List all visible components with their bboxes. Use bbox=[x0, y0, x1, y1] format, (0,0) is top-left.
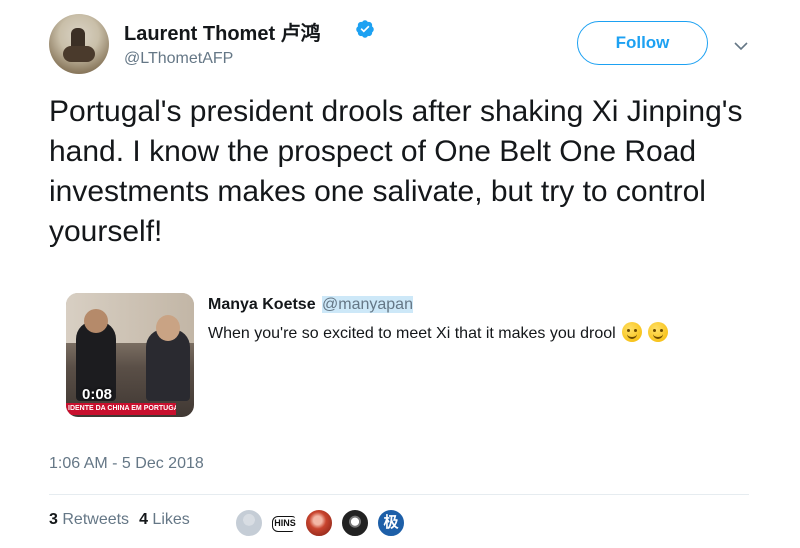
liker-avatar[interactable]: 极 bbox=[376, 508, 406, 538]
quoted-text-body: When you're so excited to meet Xi that i… bbox=[208, 325, 616, 342]
chevron-down-icon[interactable] bbox=[733, 38, 749, 54]
liker-avatar-badge: HINS bbox=[272, 516, 296, 532]
retweets-label: Retweets bbox=[62, 511, 130, 528]
stats-divider bbox=[49, 494, 749, 495]
verified-badge-icon bbox=[356, 20, 374, 38]
quoted-author-name[interactable]: Manya Koetse bbox=[208, 296, 316, 314]
grinning-squinting-face-icon bbox=[647, 322, 668, 342]
quoted-video-thumbnail[interactable]: 0:08 IDENTE DA CHINA EM PORTUGAL bbox=[66, 293, 194, 417]
likes-count: 4 bbox=[139, 511, 148, 528]
author-avatar[interactable] bbox=[49, 14, 109, 74]
liker-avatar[interactable] bbox=[234, 508, 264, 538]
author-handle[interactable]: @LThometAFP bbox=[124, 50, 233, 68]
tweet-text: Portugal's president drools after shakin… bbox=[49, 95, 743, 248]
likes-label: Likes bbox=[152, 511, 190, 528]
follow-button[interactable]: Follow bbox=[577, 21, 708, 65]
quoted-author-handle[interactable]: @manyapan bbox=[322, 296, 413, 314]
video-duration: 0:08 bbox=[82, 386, 113, 403]
author-name[interactable]: Laurent Thomet 卢鸿 bbox=[124, 17, 321, 46]
retweets-count: 3 bbox=[49, 511, 58, 528]
liker-avatar[interactable] bbox=[304, 508, 334, 538]
drooling-face-icon bbox=[621, 322, 642, 342]
thumbnail-head-left bbox=[84, 309, 108, 333]
liker-avatar[interactable]: HINS bbox=[268, 508, 298, 538]
video-news-banner: IDENTE DA CHINA EM PORTUGAL bbox=[66, 403, 176, 415]
liker-avatar[interactable] bbox=[340, 508, 370, 538]
thumbnail-head-right bbox=[156, 315, 180, 341]
tweet-timestamp[interactable]: 1:06 AM - 5 Dec 2018 bbox=[49, 455, 204, 473]
avatar-horse bbox=[63, 46, 95, 62]
quoted-tweet-text: When you're so excited to meet Xi that i… bbox=[208, 322, 668, 343]
tweet-stats: 3 Retweets 4 Likes bbox=[49, 511, 190, 529]
mention-highlight[interactable]: @manyapan bbox=[322, 296, 413, 313]
retweets-stat[interactable]: 3 Retweets bbox=[49, 511, 129, 528]
likes-stat[interactable]: 4 Likes bbox=[139, 511, 190, 528]
